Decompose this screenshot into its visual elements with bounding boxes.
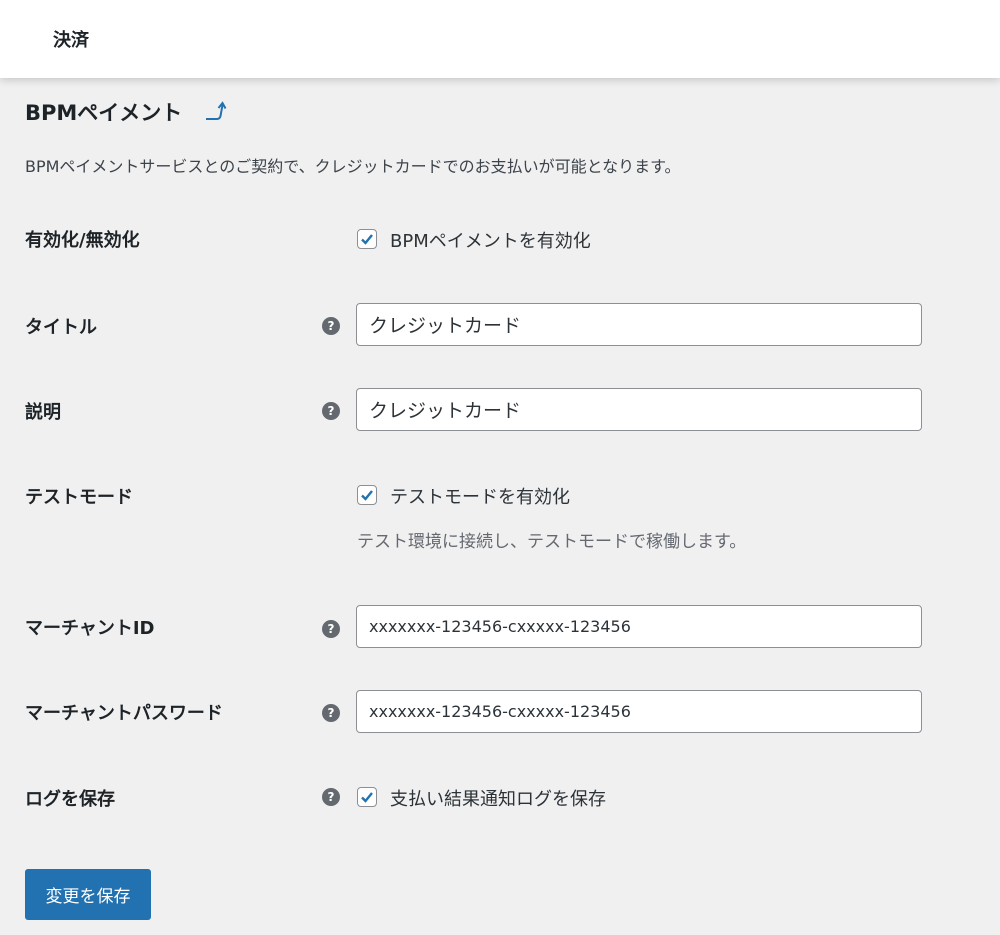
enable-label: 有効化/無効化 — [25, 230, 140, 251]
merchant-id-label: マーチャントID — [25, 618, 155, 639]
testmode-checkbox[interactable] — [357, 485, 377, 505]
testmode-hint: テスト環境に接続し、テストモードで稼働します。 — [357, 532, 747, 552]
testmode-label: テストモード — [25, 487, 133, 508]
section-description: BPMペイメントサービスとのご契約で、クレジットカードでのお支払いが可能となりま… — [25, 157, 681, 176]
top-bar: 決済 — [0, 0, 1000, 78]
description-input[interactable] — [356, 388, 922, 431]
checkmark-icon — [361, 792, 373, 803]
log-checkbox-label[interactable]: 支払い結果通知ログを保存 — [390, 785, 606, 811]
help-icon[interactable]: ? — [322, 788, 340, 806]
enable-checkbox-label[interactable]: BPMペイメントを有効化 — [390, 227, 591, 253]
testmode-checkbox-label[interactable]: テストモードを有効化 — [390, 483, 570, 509]
merchant-id-input[interactable] — [356, 605, 922, 648]
section-heading: BPMペイメント — [25, 101, 183, 125]
enable-checkbox[interactable] — [357, 229, 377, 249]
checkmark-icon — [361, 234, 373, 245]
page-title: 決済 — [53, 30, 89, 51]
return-arrow-icon[interactable] — [203, 98, 227, 122]
log-label: ログを保存 — [25, 789, 115, 810]
help-icon[interactable]: ? — [322, 317, 340, 335]
title-input[interactable] — [356, 303, 922, 346]
help-icon[interactable]: ? — [322, 402, 340, 420]
checkmark-icon — [361, 490, 373, 501]
save-button[interactable]: 変更を保存 — [25, 869, 151, 920]
log-checkbox[interactable] — [357, 787, 377, 807]
help-icon[interactable]: ? — [322, 704, 340, 722]
title-label: タイトル — [25, 317, 97, 338]
merchant-password-label: マーチャントパスワード — [25, 703, 223, 724]
help-icon[interactable]: ? — [322, 620, 340, 638]
description-label: 説明 — [25, 402, 61, 423]
merchant-password-input[interactable] — [356, 690, 922, 733]
